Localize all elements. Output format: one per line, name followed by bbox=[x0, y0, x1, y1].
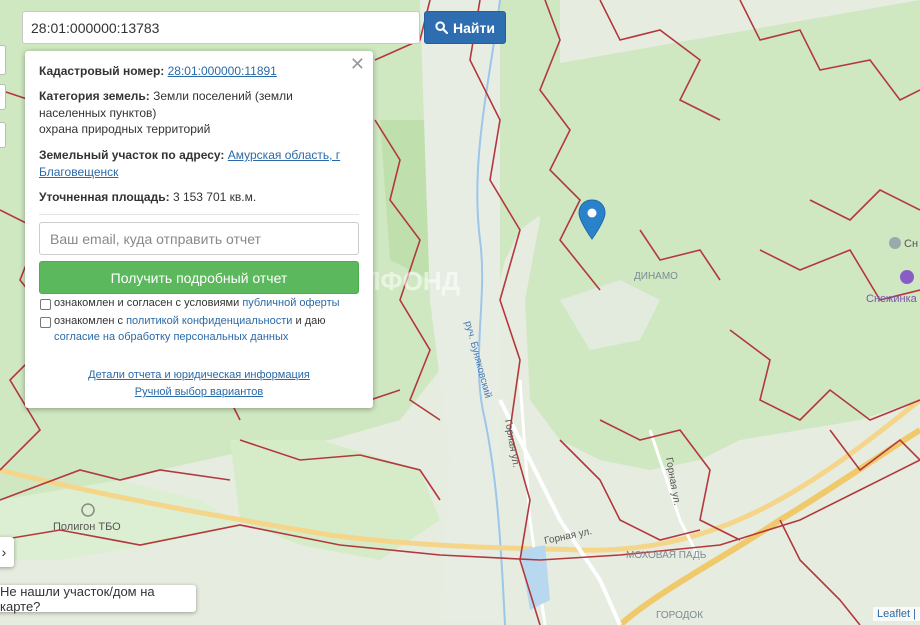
details-link-row: Детали отчета и юридическая информация bbox=[25, 369, 373, 381]
cadastral-row: Кадастровый номер: 28:01:000000:11891 bbox=[39, 63, 349, 80]
zoom-control-top[interactable] bbox=[0, 45, 6, 75]
zoom-control-bottom[interactable] bbox=[0, 122, 6, 148]
category-label: Категория земель: bbox=[39, 89, 150, 103]
privacy-consent-prefix: ознакомлен с bbox=[54, 315, 124, 327]
privacy-policy-link[interactable]: политикой конфиденциальности bbox=[126, 315, 292, 327]
map-label-snezh: Снежинка bbox=[866, 293, 918, 305]
cadastral-number-link[interactable]: 28:01:000000:11891 bbox=[168, 64, 277, 78]
map-label-dinamo: ДИНАМО bbox=[634, 271, 678, 282]
search-button-label: Найти bbox=[453, 19, 495, 36]
personal-data-consent-link[interactable]: согласие на обработку персональных данны… bbox=[54, 331, 288, 343]
offer-checkbox[interactable] bbox=[40, 299, 51, 310]
manual-selection-link[interactable]: Ручной выбор вариантов bbox=[135, 386, 263, 398]
offer-consent-prefix: ознакомлен и согласен с условиями bbox=[54, 297, 240, 309]
address-label: Земельный участок по адресу: bbox=[39, 148, 225, 162]
search-button[interactable]: Найти bbox=[424, 11, 506, 44]
privacy-checkbox[interactable] bbox=[40, 317, 51, 328]
offer-consent-text: ознакомлен и согласен с условиями публич… bbox=[54, 296, 364, 312]
divider bbox=[39, 214, 359, 215]
area-value: 3 153 701 кв.м. bbox=[172, 190, 257, 204]
map-label-snezh-short: Сн bbox=[904, 238, 918, 250]
address-row: Земельный участок по адресу: Амурская об… bbox=[39, 147, 349, 180]
map-label-poligon: Полигон ТБО bbox=[53, 521, 121, 533]
close-icon[interactable]: ✕ bbox=[350, 55, 365, 73]
email-field[interactable] bbox=[39, 222, 359, 255]
category-row: Категория земель: Земли поселений (земли… bbox=[39, 88, 349, 138]
area-label: Уточненная площадь: bbox=[39, 190, 170, 204]
poi-icon bbox=[889, 237, 901, 249]
search-icon bbox=[435, 21, 449, 34]
map-attribution: Leaflet | bbox=[873, 607, 920, 621]
get-report-button[interactable]: Получить подробный отчет bbox=[39, 261, 359, 294]
cadastral-label: Кадастровый номер: bbox=[39, 64, 165, 78]
area-row: Уточненная площадь: 3 153 701 кв.м. bbox=[39, 189, 349, 206]
parcel-popup: ✕ Кадастровый номер: 28:01:000000:11891 … bbox=[25, 51, 373, 408]
chevron-right-icon: › bbox=[1, 544, 7, 560]
map-label-mokhovaya: МОХОВАЯ ПАДЬ bbox=[626, 550, 707, 561]
not-found-button[interactable]: Не нашли участок/дом на карте? bbox=[0, 584, 196, 614]
map-label-gorodok: ГОРОДОК bbox=[656, 610, 703, 621]
leaflet-link[interactable]: Leaflet | bbox=[877, 608, 916, 620]
expand-panel-button[interactable]: › bbox=[0, 537, 14, 567]
trophy-icon bbox=[900, 270, 914, 284]
search-input[interactable] bbox=[22, 11, 420, 44]
manual-link-row: Ручной выбор вариантов bbox=[25, 386, 373, 398]
zoom-control-middle[interactable] bbox=[0, 84, 6, 110]
privacy-consent-middle: и даю bbox=[295, 315, 326, 327]
public-offer-link[interactable]: публичной оферты bbox=[242, 297, 339, 309]
report-details-link[interactable]: Детали отчета и юридическая информация bbox=[88, 369, 310, 381]
category-extra: охрана природных территорий bbox=[39, 122, 211, 136]
privacy-consent-text: ознакомлен с политикой конфиденциальност… bbox=[54, 314, 364, 345]
